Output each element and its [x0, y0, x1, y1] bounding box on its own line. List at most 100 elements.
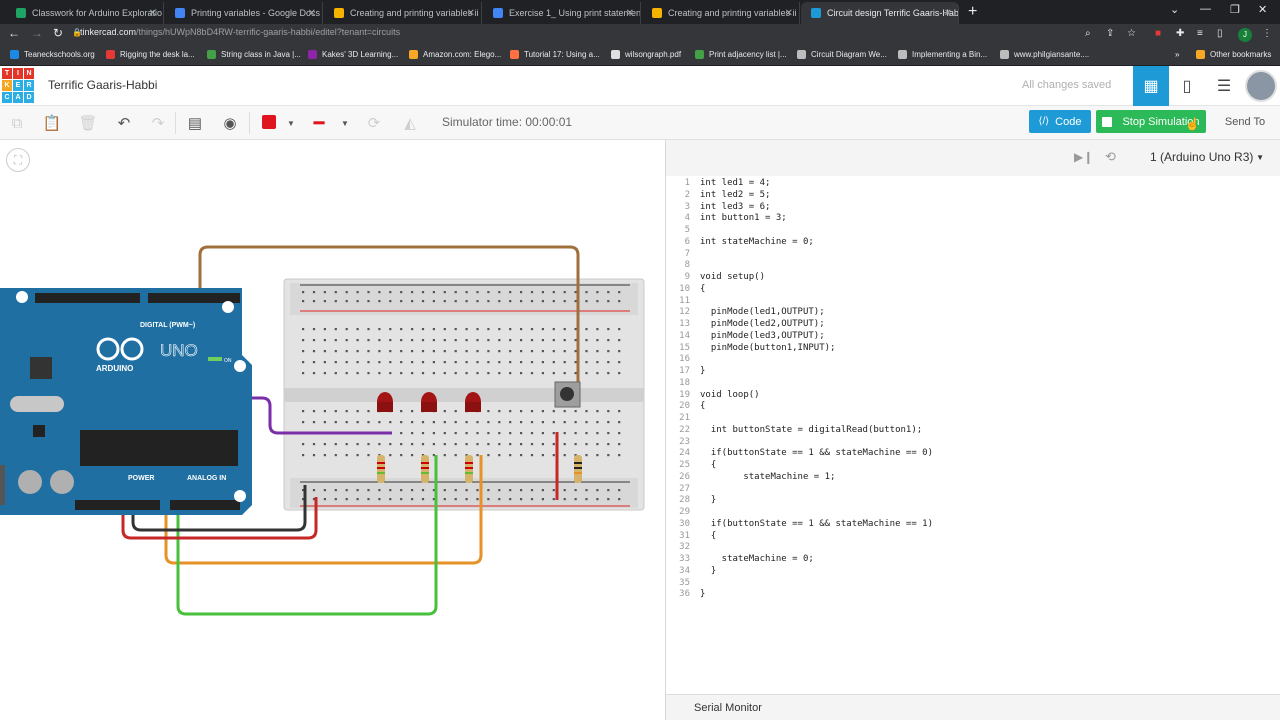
breadboard-hole	[618, 454, 621, 457]
led[interactable]	[421, 392, 437, 412]
breadboard-hole	[552, 300, 555, 303]
breadboard-hole	[509, 498, 512, 501]
schematic-view-icon[interactable]: ▯	[1169, 66, 1205, 106]
browser-tab[interactable]: Creating and printing variables ii ✕	[642, 2, 800, 24]
bookmark-favicon	[308, 50, 317, 59]
forward-icon[interactable]: →	[31, 26, 43, 40]
undo-icon[interactable]: ↶	[113, 112, 135, 134]
share-icon[interactable]: ⇪	[1106, 28, 1114, 39]
copy-icon[interactable]: ⧉	[6, 112, 28, 134]
breadboard-hole	[487, 291, 490, 294]
menu-icon[interactable]: ⋮	[1262, 28, 1272, 39]
resistor[interactable]	[377, 455, 385, 483]
color-dropdown-caret-icon[interactable]: ▼	[280, 112, 302, 134]
notes-visibility-icon[interactable]: ◉	[219, 112, 241, 134]
design-title[interactable]: Terrific Gaaris-Habbi	[48, 78, 157, 92]
close-icon[interactable]: ✕	[626, 8, 634, 19]
breadboard-hole	[411, 454, 414, 457]
tinkercad-logo[interactable]: T I N K E R C A D	[2, 68, 34, 103]
delete-icon[interactable]: 🗑	[77, 112, 99, 134]
redo-icon[interactable]: ↷	[147, 112, 169, 134]
browser-tab-active[interactable]: Circuit design Terrific Gaaris-Habb ✕	[801, 2, 959, 24]
breadboard-hole	[312, 443, 316, 446]
circuit-drawing[interactable]: ARDUINO UNO DIGITAL (PWM~) POWER ANALOG …	[0, 140, 665, 720]
led[interactable]	[465, 392, 481, 412]
bookmark-item[interactable]: Circuit Diagram We...	[797, 50, 887, 59]
rotate-icon[interactable]: ⟳	[363, 112, 385, 134]
close-icon[interactable]: ✕	[944, 8, 952, 19]
back-icon[interactable]: ←	[8, 26, 20, 40]
tab-search-icon[interactable]: ⌄	[1170, 3, 1179, 16]
browser-tab[interactable]: Creating and printing variables ii ✕	[324, 2, 482, 24]
code-text: int buttonState = digitalRead(button1);	[700, 424, 923, 435]
puzzle-icon[interactable]: ✚	[1176, 28, 1184, 39]
fit-view-icon[interactable]: ⛶	[6, 148, 30, 172]
code-button[interactable]: ⟨/⟩ Code	[1029, 110, 1091, 133]
send-to-button[interactable]: Send To	[1214, 110, 1276, 133]
media-icon[interactable]: ≡	[1197, 28, 1203, 39]
code-text: if(buttonState == 1 && stateMachine == 0…	[700, 448, 933, 459]
notes-icon[interactable]: ▤	[184, 112, 206, 134]
extension-icon[interactable]: ■	[1155, 28, 1161, 39]
circuit-canvas[interactable]: ARDUINO UNO DIGITAL (PWM~) POWER ANALOG …	[0, 140, 665, 720]
breadboard-hole	[312, 421, 316, 424]
new-tab-icon[interactable]: +	[968, 3, 977, 21]
sidepanel-icon[interactable]: ▯	[1217, 28, 1223, 39]
wire-color-swatch[interactable]	[262, 115, 276, 129]
board-select[interactable]: 1 (Arduino Uno R3) ▼	[1138, 145, 1272, 169]
wire-type-icon[interactable]: ━	[308, 112, 330, 134]
bookmark-item[interactable]: String class in Java |...	[207, 50, 301, 59]
url-field[interactable]: tinkercad.com/things/hUWpN8bD4RW-terrifi…	[80, 27, 400, 37]
close-icon[interactable]: ✕	[149, 8, 157, 19]
power-label: POWER	[128, 475, 154, 482]
minimize-icon[interactable]: —	[1200, 3, 1211, 15]
wire-dropdown-caret-icon[interactable]: ▼	[334, 112, 356, 134]
component-list-icon[interactable]: ☰	[1206, 66, 1242, 106]
bookmark-item[interactable]: Teaneckschools.org	[10, 50, 95, 59]
maximize-icon[interactable]: ❐	[1230, 3, 1240, 16]
zoom-icon[interactable]: ⌕	[1085, 28, 1091, 39]
flip-icon[interactable]: ◭	[399, 112, 421, 134]
serial-monitor-bar[interactable]: Serial Monitor	[666, 694, 1280, 720]
breadboard-hole	[585, 328, 588, 331]
close-icon[interactable]: ✕	[785, 8, 793, 19]
bookmark-other[interactable]: Other bookmarks	[1196, 50, 1271, 59]
bookmark-item[interactable]: Implementing a Bin...	[898, 50, 987, 59]
circuit-view-icon[interactable]: ▦	[1133, 66, 1169, 106]
step-icon[interactable]: ▶❙	[1074, 150, 1093, 164]
breadboard-hole	[563, 421, 566, 424]
profile-avatar[interactable]: J	[1238, 28, 1252, 42]
arduino-uno[interactable]: ARDUINO UNO DIGITAL (PWM~) POWER ANALOG …	[0, 288, 252, 515]
bookmark-item[interactable]: Rigging the desk la...	[106, 50, 195, 59]
browser-tab[interactable]: Printing variables - Google Docs ✕	[165, 2, 323, 24]
paste-icon[interactable]: 📋	[41, 112, 63, 134]
bookmarks-overflow-icon[interactable]: »	[1175, 50, 1179, 59]
window-close-icon[interactable]: ✕	[1258, 3, 1267, 16]
code-editor[interactable]: 1 int led1 = 4; 2 int led2 = 5; 3 int led3 = …	[666, 176, 1280, 694]
breadboard-hole	[356, 300, 359, 303]
bookmark-item[interactable]: Amazon.com: Elego...	[409, 50, 501, 59]
resistor[interactable]	[574, 455, 582, 483]
bookmark-item[interactable]: Print adjacency list |...	[695, 50, 787, 59]
led[interactable]	[377, 392, 393, 412]
bookmark-item[interactable]: Tutorial 17: Using a...	[510, 50, 600, 59]
resistor[interactable]	[421, 455, 429, 483]
breadboard-hole	[411, 350, 414, 353]
bookmark-item[interactable]: wilsongraph.pdf	[611, 50, 681, 59]
bookmark-item[interactable]: Kakes' 3D Learning...	[308, 50, 398, 59]
browser-tab[interactable]: Classwork for Arduino Exploratio ✕	[6, 2, 164, 24]
reload-icon[interactable]: ↻	[53, 26, 63, 40]
avatar[interactable]	[1245, 70, 1277, 102]
bookmark-favicon	[106, 50, 115, 59]
breadboard[interactable]	[283, 278, 645, 511]
bookmark-star-icon[interactable]: ☆	[1127, 28, 1136, 39]
bookmark-item[interactable]: www.philgiansante....	[1000, 50, 1089, 59]
breadboard-hole	[432, 372, 435, 375]
breadboard-hole	[411, 300, 414, 303]
browser-tab[interactable]: Exercise 1_ Using print statement ✕	[483, 2, 641, 24]
close-icon[interactable]: ✕	[467, 8, 475, 19]
resistor[interactable]	[465, 455, 473, 483]
pushbutton[interactable]	[554, 381, 581, 408]
close-icon[interactable]: ✕	[308, 8, 316, 19]
debug-icon[interactable]: ⟲	[1105, 149, 1116, 165]
